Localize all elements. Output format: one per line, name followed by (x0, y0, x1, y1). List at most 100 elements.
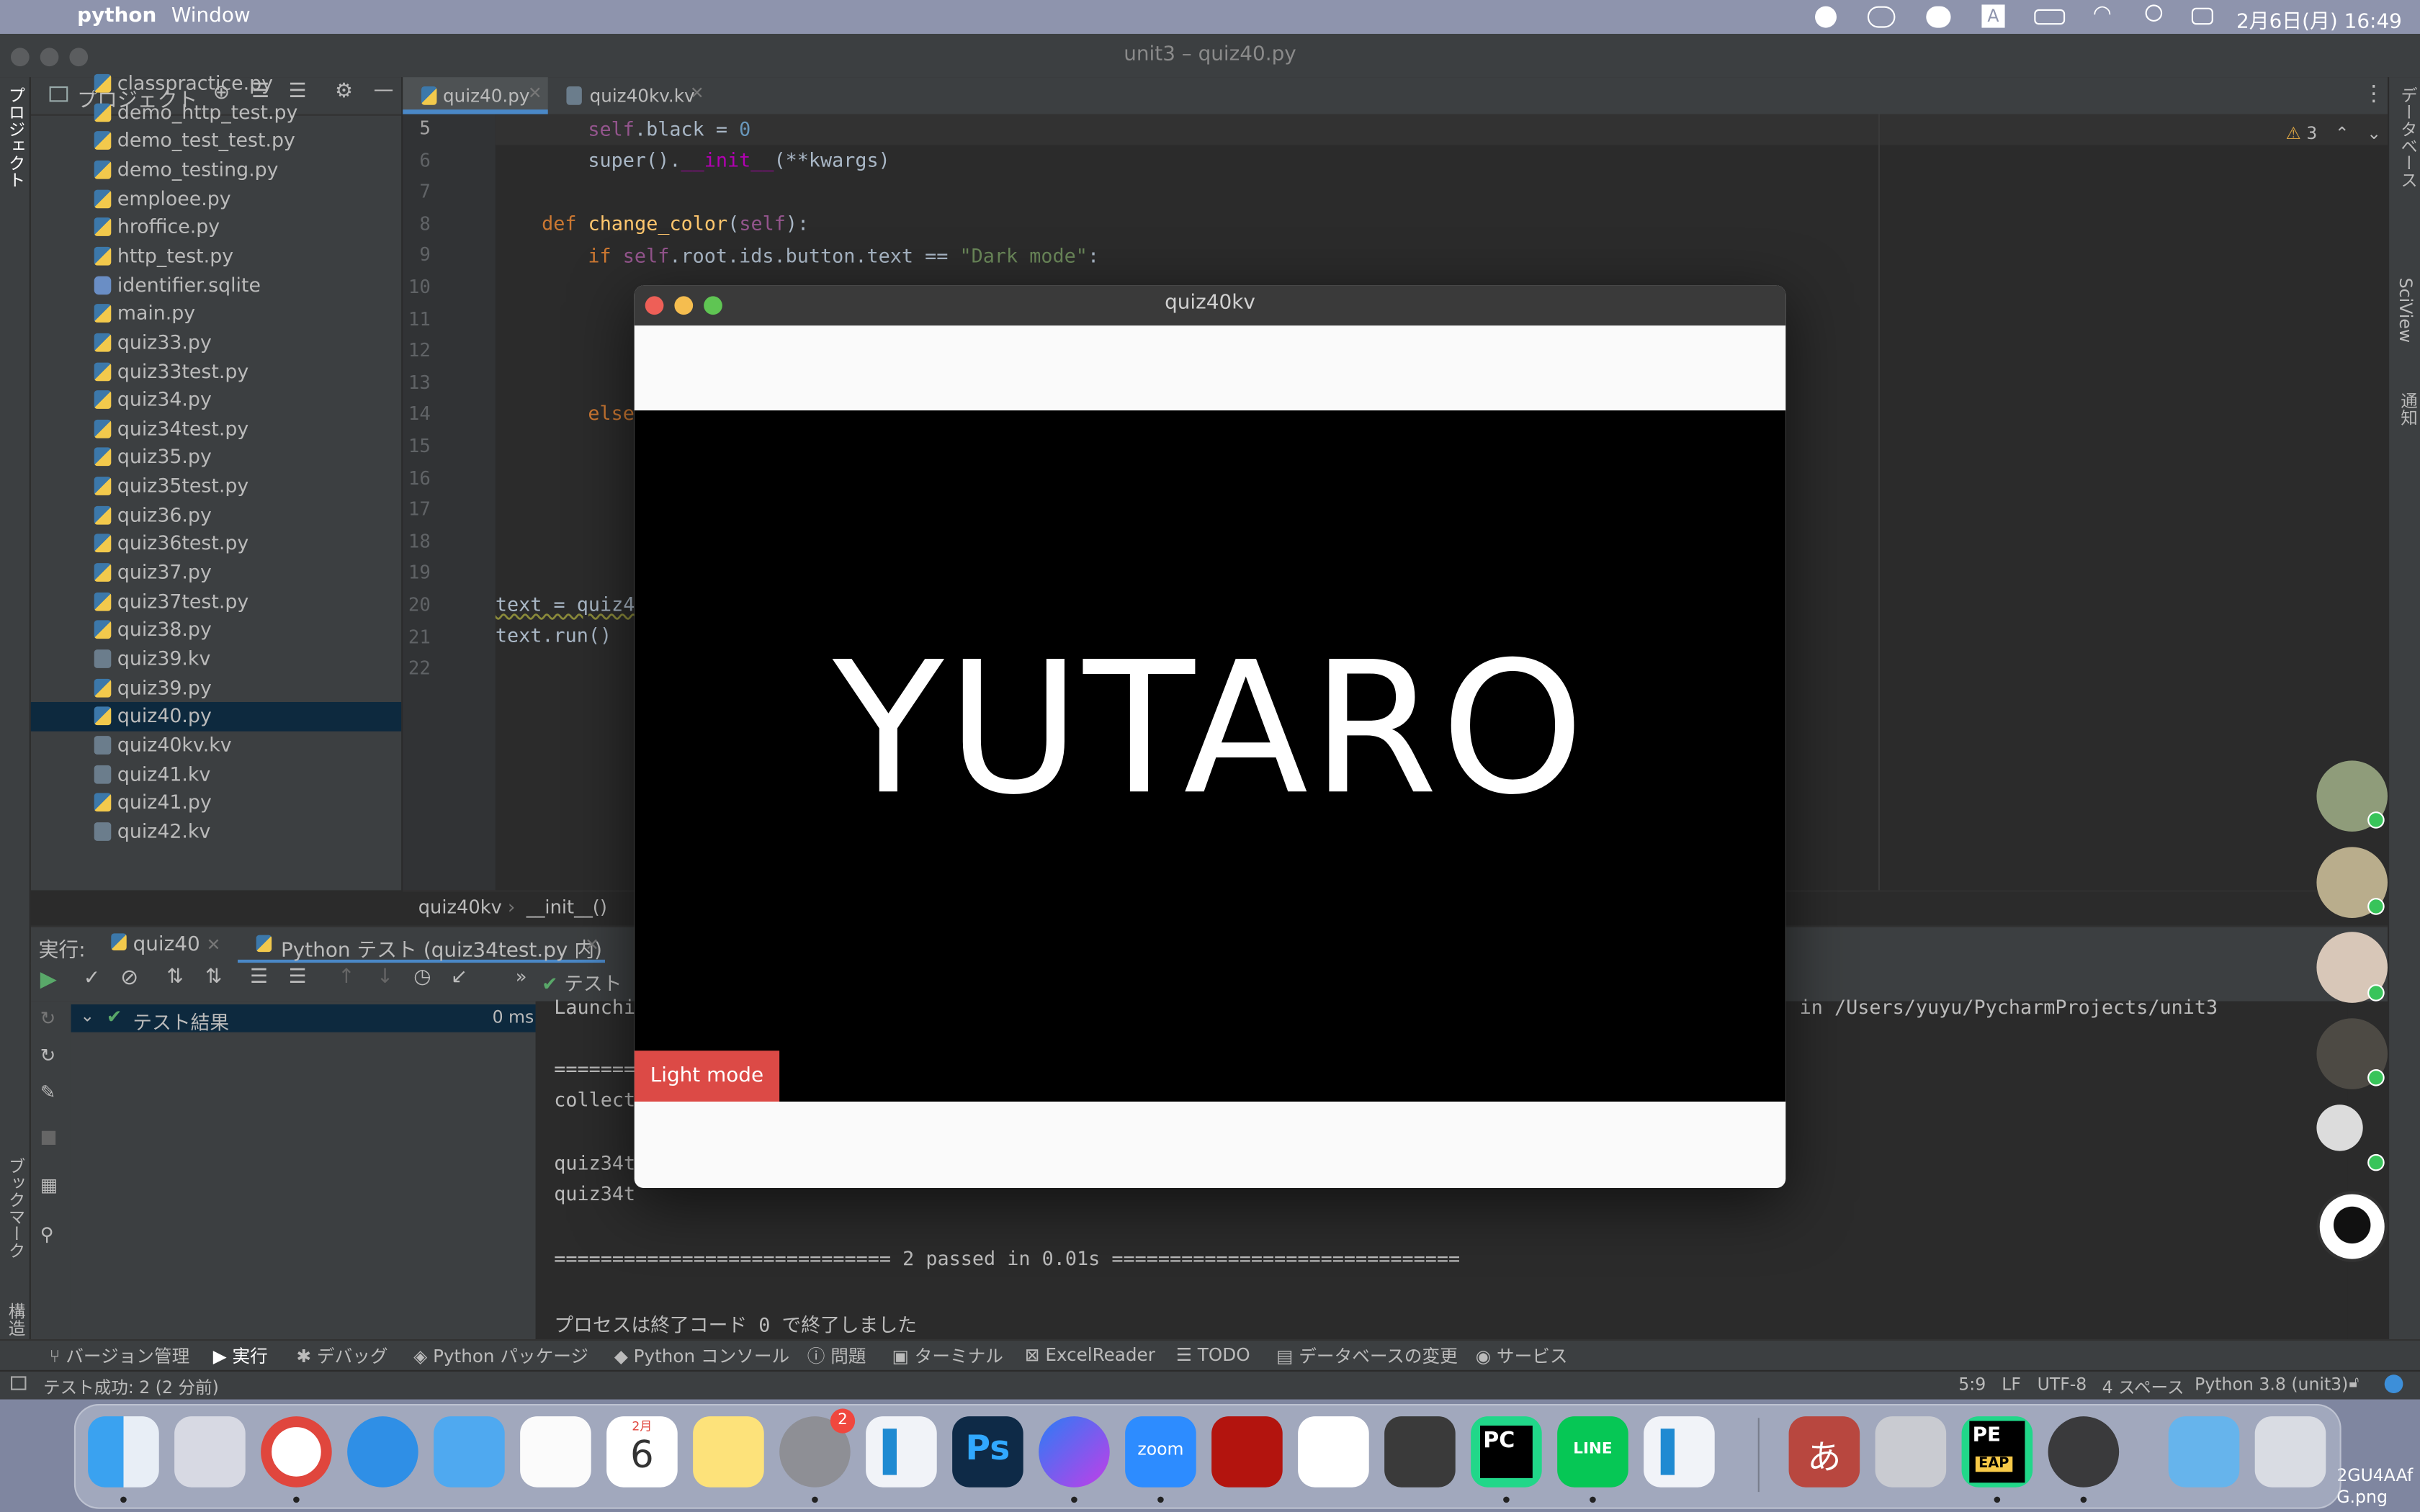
safari-icon[interactable] (347, 1416, 418, 1488)
sort-duration-icon[interactable]: ⇅ (205, 966, 222, 989)
project-file-item[interactable]: main.py (31, 300, 401, 328)
file-encoding[interactable]: UTF-8 (2038, 1374, 2087, 1395)
project-file-item[interactable]: quiz39.kv (31, 645, 401, 674)
notes-icon[interactable] (693, 1416, 764, 1488)
project-file-item[interactable]: quiz36test.py (31, 530, 401, 559)
tab-quiz40-py[interactable]: quiz40.py ✕ (403, 77, 548, 114)
test-results-root[interactable]: ⌄ ✔ テスト結果 0 ms (71, 1004, 536, 1034)
finder-icon[interactable] (88, 1416, 159, 1488)
close-tab-icon[interactable]: ✕ (528, 84, 542, 104)
chrome-icon[interactable] (261, 1416, 332, 1488)
tool-db-changes[interactable]: ▤ データベースの変更 (1276, 1344, 1458, 1368)
kivy-launcher-icon[interactable] (2048, 1416, 2120, 1488)
stop-icon[interactable] (41, 1130, 56, 1145)
indent-setting[interactable]: 4 スペース (2102, 1374, 2184, 1399)
project-file-item[interactable]: demo_testing.py (31, 156, 401, 184)
structure-tool-tab[interactable]: 構造 (3, 1302, 27, 1336)
downloads-folder-icon[interactable] (2168, 1416, 2240, 1488)
next-test-icon[interactable]: ↓ (377, 966, 393, 989)
calendar-icon[interactable]: 2月 6 (606, 1416, 678, 1488)
project-file-item[interactable]: hroffice.py (31, 213, 401, 242)
photoshop-icon[interactable]: Ps (952, 1416, 1023, 1488)
vscode-insiders-icon[interactable] (1644, 1416, 1715, 1488)
show-passed-icon[interactable]: ✓ (84, 968, 100, 991)
more-actions-icon[interactable]: » (516, 966, 527, 987)
previous-test-icon[interactable]: ↑ (338, 966, 354, 989)
search-icon[interactable] (2145, 4, 2163, 22)
sciview-tool-tab[interactable]: SciView (2396, 278, 2416, 343)
project-file-item[interactable]: quiz37test.py (31, 588, 401, 616)
tool-run[interactable]: ▶ 実行 (213, 1344, 268, 1368)
light-mode-button[interactable]: Light mode (634, 1050, 780, 1102)
photos-icon[interactable] (520, 1416, 591, 1488)
close-tab-icon[interactable]: ✕ (585, 935, 599, 955)
control-center-icon[interactable] (2191, 7, 2213, 25)
menu-app-name[interactable]: python (77, 4, 156, 27)
project-file-item[interactable]: identifier.sqlite (31, 271, 401, 300)
update-icon[interactable] (2384, 1374, 2403, 1393)
rerun-icon[interactable]: ▶ (40, 968, 57, 992)
panel-toggle-icon[interactable] (11, 1376, 27, 1390)
mail-icon[interactable] (434, 1416, 505, 1488)
breadcrumb-method[interactable]: __init__() (526, 896, 607, 918)
project-file-item[interactable]: quiz37.py (31, 559, 401, 588)
tool-services[interactable]: ◉ サービス (1476, 1344, 1568, 1368)
project-file-item[interactable]: quiz38.py (31, 616, 401, 645)
system-settings-icon[interactable]: 2 (779, 1408, 856, 1488)
pin-icon[interactable]: ⚲ (40, 1223, 54, 1245)
tool-excel-reader[interactable]: ⊠ ExcelReader (1025, 1344, 1155, 1365)
import-tests-icon[interactable]: ↙ (451, 966, 467, 989)
layout-icon[interactable]: ▦ (40, 1174, 58, 1196)
tool-todo[interactable]: ☰ TODO (1176, 1344, 1250, 1365)
run-tab-python-test[interactable]: Python テスト (quiz34test.py 内) ✕ (238, 927, 605, 965)
warnings-indicator[interactable]: ⚠ 3 ⌃ ⌄ (2286, 123, 2381, 143)
close-tab-icon[interactable]: ✕ (690, 84, 704, 104)
expand-all-icon[interactable]: ☰ (250, 966, 268, 989)
acrobat-icon[interactable] (1211, 1416, 1283, 1488)
tool-problems[interactable]: ⓘ 問題 (807, 1344, 866, 1368)
tool-debug[interactable]: ✱ デバッグ (296, 1344, 387, 1368)
kindle-icon[interactable] (1384, 1416, 1456, 1488)
shortcuts-icon[interactable] (1298, 1416, 1369, 1488)
test-history-icon[interactable]: ◷ (413, 966, 431, 989)
project-file-item[interactable]: quiz33test.py (31, 357, 401, 386)
notifications-tool-tab[interactable]: 通知 (2396, 392, 2420, 426)
rerun-failed-icon[interactable]: ↻ (40, 1007, 56, 1029)
project-file-item[interactable]: emploee.py (31, 184, 401, 213)
avatar[interactable] (2316, 1104, 2363, 1151)
project-file-item[interactable]: quiz34test.py (31, 415, 401, 444)
more-tabs-icon[interactable]: ⋮ (2363, 82, 2385, 107)
line-separator[interactable]: LF (2002, 1374, 2021, 1395)
project-file-item[interactable]: quiz35.py (31, 444, 401, 472)
run-tab-quiz40[interactable]: quiz40 ✕ (111, 933, 220, 957)
pycharm-eap-icon[interactable]: PE EAP (1961, 1416, 2033, 1488)
project-file-item[interactable]: quiz39.py (31, 674, 401, 703)
pycharm-icon[interactable]: PC (1471, 1416, 1542, 1488)
input-source-icon[interactable]: A (1981, 4, 2005, 28)
project-file-item[interactable]: quiz41.kv (31, 760, 401, 789)
project-file-item[interactable]: quiz35test.py (31, 472, 401, 501)
wifi-icon[interactable]: ◠ (2093, 1, 2112, 26)
messenger-icon[interactable] (1039, 1416, 1110, 1488)
line-menubar-icon[interactable] (1926, 6, 1951, 28)
breadcrumb-class[interactable]: quiz40kv (418, 896, 502, 918)
tool-python-console[interactable]: ◆ Python コンソール (614, 1344, 789, 1368)
lock-icon[interactable]: 🔓︎ (2349, 1374, 2359, 1392)
tool-version-control[interactable]: ⑂ バージョン管理 (50, 1344, 190, 1368)
project-file-item[interactable]: quiz33.py (31, 328, 401, 357)
project-file-item[interactable]: quiz41.py (31, 789, 401, 818)
project-tool-tab[interactable]: プロジェクト (3, 86, 27, 188)
battery-icon[interactable] (2034, 9, 2066, 25)
database-tool-tab[interactable]: データベース (2396, 86, 2420, 188)
toggle-autotest-icon[interactable]: ↻ (40, 1045, 56, 1066)
project-file-item[interactable]: demo_http_test.py (31, 98, 401, 127)
tool-python-packages[interactable]: ◈ Python パッケージ (413, 1344, 588, 1368)
bookmarks-tool-tab[interactable]: ブックマーク (3, 1157, 27, 1259)
settings-wrench-icon[interactable]: ✎ (40, 1081, 56, 1103)
cursor-position[interactable]: 5:9 (1958, 1374, 1986, 1395)
japanese-input-icon[interactable]: あ (1788, 1416, 1860, 1488)
trash-icon[interactable] (2254, 1416, 2326, 1488)
messenger-chat-icon[interactable] (2316, 1191, 2388, 1262)
python-interpreter[interactable]: Python 3.8 (unit3) (2195, 1374, 2348, 1395)
next-warning-icon[interactable]: ⌄ (2367, 123, 2381, 143)
